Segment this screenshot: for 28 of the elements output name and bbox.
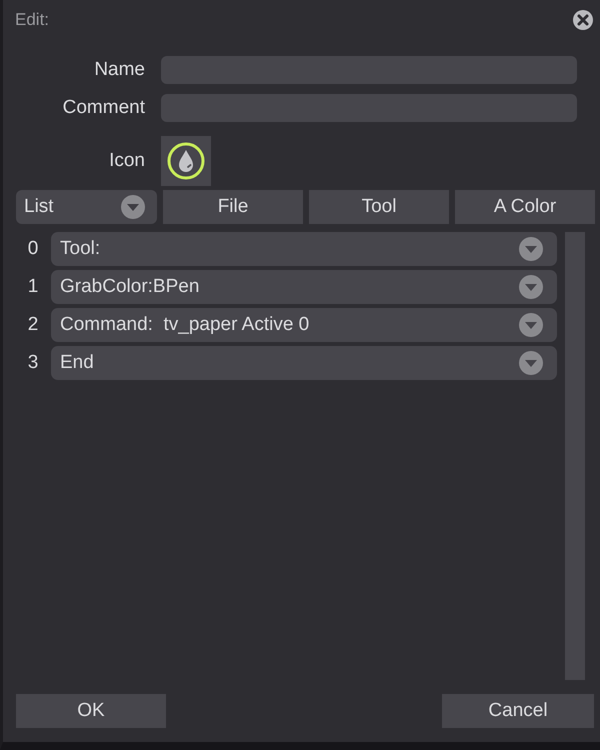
input-field[interactable]: [161, 94, 577, 122]
list-dropdown[interactable]: List: [16, 190, 157, 224]
command-dropdown[interactable]: Command: tv_paper Active 0: [51, 308, 557, 342]
toolbar-button[interactable]: A Color: [455, 190, 595, 224]
caret-icon: [519, 313, 543, 337]
icon-picker-button[interactable]: [161, 136, 211, 186]
field-label: Name: [93, 59, 145, 81]
row-number: 3: [26, 352, 40, 374]
caret-icon: [519, 351, 543, 375]
cancel-button[interactable]: Cancel: [442, 694, 594, 728]
input-field[interactable]: [161, 56, 577, 84]
scrollbar[interactable]: [565, 232, 585, 680]
caret-icon: [519, 275, 543, 299]
ok-button[interactable]: OK: [16, 694, 166, 728]
caret-icon: [519, 237, 543, 261]
caret-icon: [121, 195, 145, 219]
row-number: 0: [26, 238, 40, 260]
field-label: Icon: [108, 150, 145, 172]
row-number: 1: [26, 276, 40, 298]
command-dropdown[interactable]: End: [51, 346, 557, 380]
command-dropdown[interactable]: Tool:: [51, 232, 557, 266]
command-dropdown[interactable]: GrabColor:BPen: [51, 270, 557, 304]
field-label: Comment: [62, 97, 145, 119]
window-title: Edit:: [15, 10, 50, 30]
row-number: 2: [26, 314, 40, 336]
close-icon[interactable]: [572, 9, 594, 31]
toolbar-button[interactable]: File: [163, 190, 303, 224]
toolbar-button[interactable]: Tool: [309, 190, 449, 224]
